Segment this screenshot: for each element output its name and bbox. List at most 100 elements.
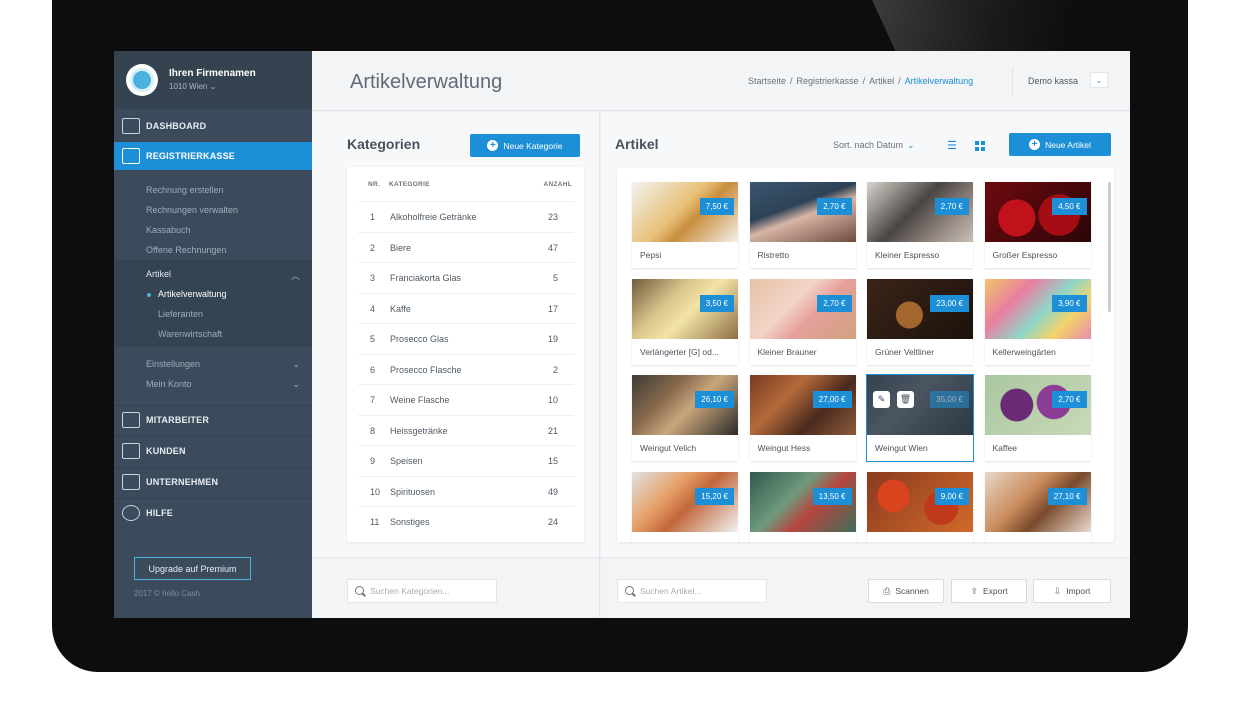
search-categories-input[interactable]: Suchen Kategorien... [347, 579, 497, 603]
company-city[interactable]: 1010 Wien ⌄ [169, 82, 216, 91]
article-card[interactable]: 2,70 € Kleiner Brauner [749, 278, 856, 365]
edit-icon[interactable]: ✎ [873, 391, 890, 408]
article-name: Kleiner Espresso [875, 250, 940, 260]
price-badge: 3,50 € [699, 294, 734, 312]
table-row[interactable]: 3 Franciakorta Glas 5 [358, 262, 574, 292]
article-name: Grüner Veltliner [875, 346, 935, 357]
article-card[interactable]: 2,70 € Kleiner Espresso [867, 182, 973, 268]
article-card[interactable]: 27,00 € Weingut Hess [749, 375, 856, 461]
category-count: 10 [547, 395, 558, 405]
article-card[interactable]: 26,10 € Weingut Velich [632, 375, 738, 461]
price-badge: 7,50 € [699, 198, 734, 215]
price-badge: 2,70 € [1052, 391, 1087, 408]
sidebar-sub-rechnungen-verwalten[interactable]: Rechnungen verwalten [146, 205, 238, 215]
article-name: Kaffee [992, 443, 1017, 453]
category-count: 24 [547, 517, 558, 527]
company-logo [126, 64, 158, 96]
article-name: Verlängerter [G] od... [640, 346, 719, 357]
article-card[interactable]: 15,20 € [632, 471, 738, 542]
article-card[interactable]: 2,70 € Ristretto [749, 182, 856, 268]
table-row[interactable]: 5 Prosecco Glas 19 [358, 323, 574, 353]
dashboard-icon [122, 118, 140, 134]
price-badge: 27,00 € [812, 391, 852, 408]
sort-dropdown[interactable]: Sort. nach Datum ⌄ [833, 140, 915, 151]
sidebar-sub-artikel[interactable]: Artikel [146, 269, 171, 279]
breadcrumb-startseite[interactable]: Startseite [748, 76, 786, 86]
sidebar-sub-einstellungen[interactable]: Einstellungen [146, 359, 200, 369]
table-row[interactable]: 1 Alkoholfreie Getränke 23 [358, 201, 574, 231]
top-header: Artikelverwaltung Startseite / Registrie… [312, 51, 1130, 111]
table-row[interactable]: 7 Weine Flasche 10 [358, 384, 574, 414]
sidebar-sub-rechnung-erstellen[interactable]: Rechnung erstellen [146, 185, 224, 195]
article-card[interactable]: 3,90 € Kellerweingärten [984, 278, 1091, 365]
import-button[interactable]: ⇩ Import [1033, 579, 1111, 603]
sidebar-sub-warenwirtschaft[interactable]: Warenwirtschaft [158, 329, 222, 339]
scan-button[interactable]: ⎙ Scannen [868, 579, 944, 603]
category-count: 2 [552, 364, 558, 375]
sidebar-sub-kassabuch[interactable]: Kassabuch [146, 225, 191, 235]
breadcrumb-registrierkasse[interactable]: Registrierkasse [797, 76, 859, 86]
chevron-down-icon[interactable]: ⌄ [292, 359, 300, 370]
new-category-button[interactable]: + Neue Kategorie [470, 134, 580, 157]
sidebar-sub-mein-konto[interactable]: Mein Konto [146, 379, 192, 389]
table-row[interactable]: 4 Kaffe 17 [358, 292, 574, 323]
sidebar-item-mitarbeiter[interactable]: MITARBEITER [114, 406, 312, 434]
article-card[interactable]: ✎ 🗑 35,00 € Weingut Wien [866, 374, 974, 462]
article-card[interactable]: 3,50 € Verlängerter [G] od... [632, 278, 738, 365]
sidebar-item-registrierkasse[interactable]: REGISTRIERKASSE [114, 142, 312, 170]
article-name: Ristretto [757, 250, 790, 260]
article-card[interactable]: 13,50 € [749, 471, 856, 542]
search-articles-input[interactable]: Suchen Artikel... [617, 579, 767, 603]
tablet-reflection [872, 0, 1072, 52]
article-card[interactable]: 4,50 € Großer Espresso [984, 182, 1091, 268]
category-count: 47 [547, 242, 558, 253]
article-card[interactable]: 27,10 € [984, 471, 1091, 542]
table-row[interactable]: 11 Sonstiges 24 [358, 506, 574, 536]
sidebar-item-dashboard[interactable]: DASHBOARD [114, 112, 312, 140]
upgrade-button[interactable]: Upgrade auf Premium [134, 557, 251, 580]
sidebar-item-kunden[interactable]: KUNDEN [114, 437, 312, 465]
article-card[interactable]: 9,00 € [867, 471, 973, 542]
new-article-button[interactable]: + Neue Artikel [1009, 133, 1111, 156]
sidebar-item-hilfe[interactable]: HILFE [114, 499, 312, 527]
price-badge: 23,00 € [930, 294, 969, 312]
price-badge: 9,00 € [934, 487, 969, 505]
table-row[interactable]: 2 Biere 47 [358, 231, 574, 262]
category-name: Prosecco Glas [390, 334, 449, 344]
article-card[interactable]: 23,00 € Grüner Veltliner [867, 278, 973, 365]
chevron-down-icon[interactable]: ⌄ [1090, 72, 1108, 88]
category-number: 3 [370, 273, 376, 283]
category-number: 7 [370, 395, 376, 405]
table-row[interactable]: 8 Heissgetränke 21 [358, 414, 574, 445]
export-button[interactable]: ⇪ Export [951, 579, 1027, 603]
search-icon [625, 586, 634, 595]
sidebar-sub-artikelverwaltung[interactable]: Artikelverwaltung [158, 289, 227, 299]
app-screen: Ihren Firmenamen 1010 Wien ⌄ DASHBOARD R… [114, 51, 1130, 618]
divider [1012, 67, 1013, 95]
articles-title: Artikel [615, 136, 659, 152]
column-header-anzahl: ANZAHL [543, 181, 572, 188]
table-row[interactable]: 9 Speisen 15 [358, 445, 574, 475]
delete-icon[interactable]: 🗑 [897, 391, 914, 408]
account-name[interactable]: Demo kassa [1028, 76, 1078, 86]
grid-view-icon[interactable] [975, 141, 985, 151]
sidebar-sub-lieferanten[interactable]: Lieferanten [158, 309, 203, 319]
company-header[interactable]: Ihren Firmenamen 1010 Wien ⌄ [114, 51, 312, 109]
price-badge: 13,50 € [812, 487, 852, 505]
chevron-down-icon[interactable]: ⌄ [292, 379, 300, 390]
sidebar-sub-offene-rechnungen[interactable]: Offene Rechnungen [146, 245, 226, 255]
article-name: Kleiner Brauner [757, 346, 817, 357]
import-icon: ⇩ [1053, 585, 1062, 596]
export-icon: ⇪ [970, 585, 978, 596]
breadcrumb-artikel[interactable]: Artikel [869, 76, 894, 86]
article-card[interactable]: 2,70 € Kaffee [984, 375, 1091, 461]
chevron-up-icon[interactable]: ︿ [291, 269, 300, 282]
list-view-icon[interactable]: ☰ [947, 139, 957, 152]
sidebar-item-unternehmen[interactable]: UNTERNEHMEN [114, 468, 312, 496]
table-row[interactable]: 6 Prosecco Flasche 2 [358, 353, 574, 384]
category-count: 15 [547, 456, 558, 466]
scrollbar[interactable] [1108, 182, 1111, 312]
table-row[interactable]: 10 Spirituosen 49 [358, 475, 574, 506]
printer-icon: ⎙ [883, 585, 891, 596]
article-card[interactable]: 7,50 € Pepsi [632, 182, 738, 268]
